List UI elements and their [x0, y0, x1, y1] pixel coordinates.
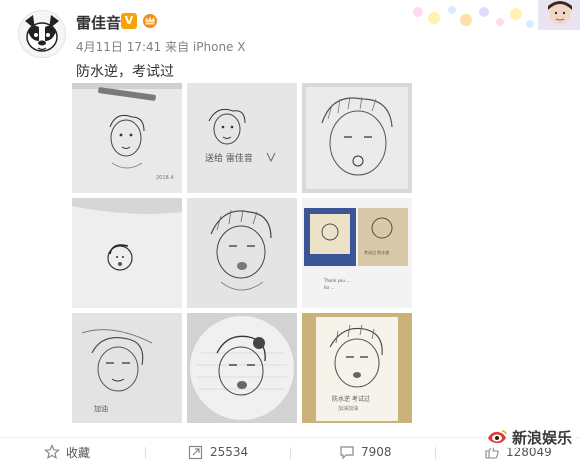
divider	[145, 447, 146, 459]
repost-count: 25534	[210, 445, 249, 459]
post-meta: 4月11日 17:41 来自 iPhone X	[76, 40, 246, 54]
post-text: 防水逆，考试过	[76, 64, 174, 80]
repost-icon	[188, 445, 203, 460]
svg-text:防水逆 考试过: 防水逆 考试过	[332, 395, 370, 403]
sina-watermark: 新浪娱乐	[482, 426, 577, 448]
watermark-text: 新浪娱乐	[512, 428, 573, 447]
sina-eye-icon	[488, 430, 507, 444]
avatar[interactable]	[18, 10, 66, 58]
image-grid: 2018.4 送给 雷佳音 考试过 防水逆 Thank you ... for …	[72, 83, 412, 423]
sketch-3[interactable]	[302, 83, 412, 193]
svg-text:送给 雷佳音: 送给 雷佳音	[205, 152, 253, 164]
decorative-banner	[400, 0, 580, 30]
svg-text:考试过 防水逆: 考试过 防水逆	[364, 249, 389, 255]
star-icon	[44, 444, 60, 460]
comment-button[interactable]: 7908	[339, 443, 392, 461]
favorite-label: 收藏	[66, 445, 91, 460]
vip-crown-icon	[143, 14, 157, 28]
sketch-6[interactable]: 考试过 防水逆 Thank you ... for ...	[302, 198, 412, 308]
svg-text:加油: 加油	[94, 404, 108, 413]
sketch-2[interactable]: 送给 雷佳音	[187, 83, 297, 193]
svg-text:2018.4: 2018.4	[156, 175, 174, 181]
sketch-4[interactable]	[72, 198, 182, 308]
sketch-7[interactable]: 加油	[72, 313, 182, 423]
dog-avatar-icon	[19, 11, 65, 57]
sketch-5[interactable]	[187, 198, 297, 308]
svg-text:for ...: for ...	[324, 285, 335, 290]
comment-icon	[340, 446, 354, 460]
sketch-9[interactable]: 防水逆 考试过 加油加油	[302, 313, 412, 423]
sketch-1[interactable]: 2018.4	[72, 83, 182, 193]
favorite-button[interactable]: 收藏	[44, 443, 90, 461]
divider	[290, 447, 291, 459]
repost-button[interactable]: 25534	[188, 443, 248, 461]
sketch-8[interactable]	[187, 313, 297, 423]
divider	[435, 447, 436, 459]
comment-count: 7908	[361, 445, 392, 459]
svg-text:加油加油: 加油加油	[338, 405, 358, 412]
username[interactable]: 雷佳音	[76, 12, 121, 33]
post-header: 雷佳音 V 4月11日 17:41 来自 iPhone X	[0, 0, 580, 70]
verified-badge: V	[121, 13, 137, 29]
svg-text:Thank you ...: Thank you ...	[323, 278, 350, 283]
